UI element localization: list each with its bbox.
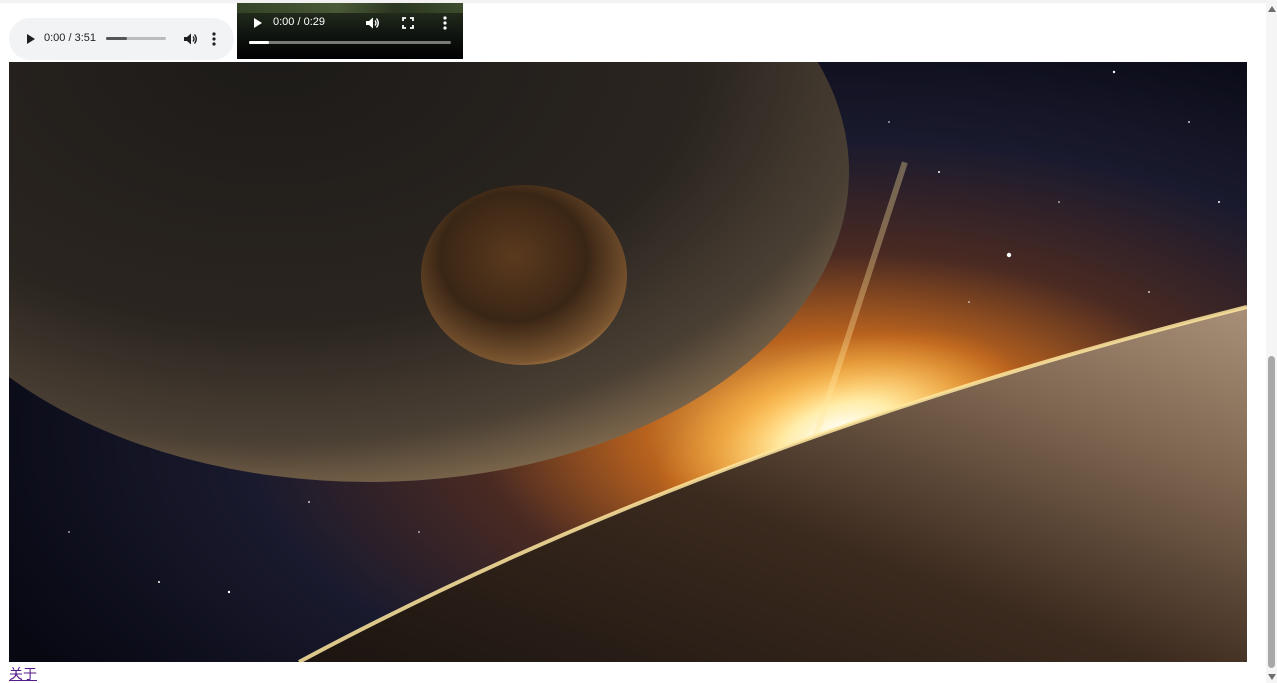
more-vert-icon[interactable] bbox=[208, 30, 220, 48]
audio-seek-slider[interactable] bbox=[106, 37, 166, 40]
audio-player[interactable]: 0:00 / 3:51 bbox=[9, 18, 234, 60]
play-icon[interactable] bbox=[22, 31, 38, 47]
video-frame bbox=[237, 3, 463, 59]
audio-seek-fill bbox=[106, 37, 127, 40]
volume-icon[interactable] bbox=[364, 15, 380, 31]
scroll-up-arrow-icon[interactable] bbox=[1268, 6, 1276, 12]
about-link[interactable]: 关于 bbox=[9, 664, 37, 683]
video-seek-fill bbox=[249, 41, 270, 44]
volume-icon[interactable] bbox=[182, 31, 198, 47]
scrollbar-thumb[interactable] bbox=[1268, 356, 1275, 668]
scroll-down-arrow-icon[interactable] bbox=[1268, 674, 1276, 680]
video-player[interactable]: 0:00 / 0:29 bbox=[237, 3, 463, 59]
play-icon[interactable] bbox=[249, 15, 265, 31]
audio-time-display: 0:00 / 3:51 bbox=[44, 32, 96, 44]
space-planets-image bbox=[9, 62, 1247, 662]
more-vert-icon[interactable] bbox=[439, 14, 451, 32]
page: 0:00 / 3:51 0:00 / 0:29 关于 bbox=[0, 0, 1277, 683]
video-time-display: 0:00 / 0:29 bbox=[273, 16, 325, 28]
video-seek-slider[interactable] bbox=[249, 41, 451, 44]
vertical-scrollbar[interactable] bbox=[1266, 0, 1277, 683]
top-border bbox=[0, 0, 1266, 3]
fullscreen-icon[interactable] bbox=[400, 15, 416, 31]
